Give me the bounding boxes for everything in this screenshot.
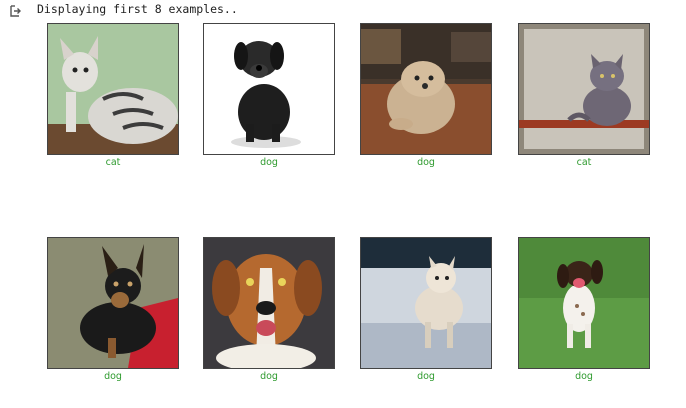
output-arrow-icon — [10, 5, 21, 17]
example-cell: dog — [203, 237, 335, 383]
example-image-3 — [360, 23, 492, 155]
dog-icon — [48, 238, 178, 368]
example-label: cat — [576, 157, 592, 168]
example-label: dog — [575, 371, 593, 382]
example-cell: cat — [518, 23, 650, 169]
example-image-2 — [203, 23, 335, 155]
example-cell: dog — [203, 23, 335, 169]
example-image-6 — [203, 237, 335, 369]
dog-icon — [361, 24, 491, 154]
example-label: dog — [104, 371, 122, 382]
dog-icon — [361, 238, 491, 368]
example-cell: cat — [47, 23, 179, 169]
example-label: dog — [417, 371, 435, 382]
example-label: dog — [260, 157, 278, 168]
cat-icon — [48, 24, 178, 154]
example-cell: dog — [518, 237, 650, 383]
example-image-8 — [518, 237, 650, 369]
example-label: dog — [260, 371, 278, 382]
cat-icon — [519, 24, 649, 154]
example-cell: dog — [360, 237, 492, 383]
example-label: cat — [105, 157, 121, 168]
example-image-1 — [47, 23, 179, 155]
dog-icon — [204, 24, 334, 154]
example-cell: dog — [47, 237, 179, 383]
example-image-7 — [360, 237, 492, 369]
example-image-4 — [518, 23, 650, 155]
dog-icon — [519, 238, 649, 368]
dog-icon — [204, 238, 334, 368]
example-cell: dog — [360, 23, 492, 169]
example-image-5 — [47, 237, 179, 369]
output-text: Displaying first 8 examples.. — [37, 2, 238, 16]
example-label: dog — [417, 157, 435, 168]
